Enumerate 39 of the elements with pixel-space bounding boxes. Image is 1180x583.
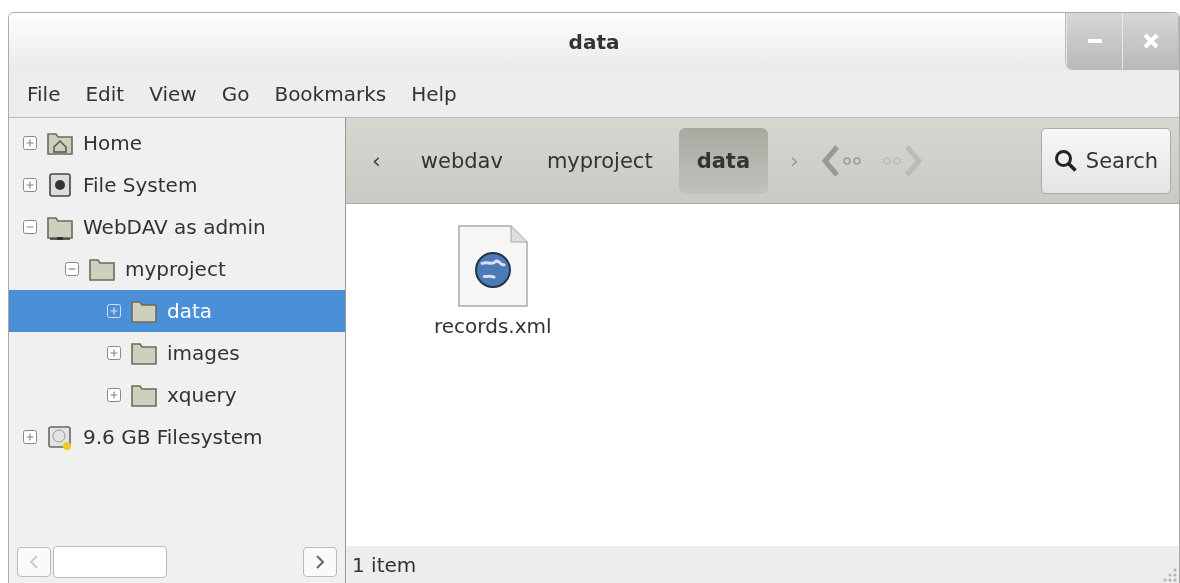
close-icon: [1142, 33, 1159, 49]
tree-item[interactable]: 9.6 GB Filesystem: [9, 416, 345, 458]
tree-item[interactable]: myproject: [9, 248, 345, 290]
tree-item[interactable]: xquery: [9, 374, 345, 416]
tree-item[interactable]: images: [9, 332, 345, 374]
search-button[interactable]: Search: [1040, 127, 1171, 194]
menu-item[interactable]: Bookmarks: [264, 82, 402, 106]
search-icon: [1053, 148, 1078, 173]
chevron-left-icon: [29, 554, 39, 570]
menu-item[interactable]: View: [139, 82, 212, 106]
file-name[interactable]: records.xml: [434, 314, 552, 338]
menu-item[interactable]: Go: [211, 82, 265, 106]
scroll-right-button[interactable]: [303, 547, 337, 577]
expand-icon[interactable]: [23, 178, 37, 192]
menu-item[interactable]: File: [17, 82, 76, 106]
window-title: data: [568, 30, 620, 54]
breadcrumb[interactable]: webdav: [402, 127, 521, 194]
menu-item[interactable]: Edit: [75, 82, 140, 106]
path-back-button[interactable]: ‹: [358, 148, 395, 173]
expand-icon[interactable]: [23, 136, 37, 150]
expand-icon[interactable]: [23, 430, 37, 444]
breadcrumb[interactable]: data: [678, 127, 769, 194]
expand-icon[interactable]: [107, 388, 121, 402]
minimize-icon: [1087, 39, 1102, 43]
xml-file-icon[interactable]: [456, 224, 529, 308]
scroll-left-button[interactable]: [17, 547, 51, 577]
tree-item[interactable]: WebDAV as admin: [9, 206, 345, 248]
chevron-right-icon: [315, 554, 325, 570]
collapse-icon[interactable]: [23, 220, 37, 234]
close-button[interactable]: [1122, 13, 1178, 69]
menu-item[interactable]: Help: [401, 82, 472, 106]
expand-icon[interactable]: [107, 346, 121, 360]
collapse-icon[interactable]: [65, 262, 79, 276]
resize-grip-icon[interactable]: [1163, 568, 1177, 582]
tree-item[interactable]: Home: [9, 122, 345, 164]
breadcrumb[interactable]: myproject: [528, 127, 671, 194]
tree-item[interactable]: File System: [9, 164, 345, 206]
status-text: 1 item: [352, 553, 417, 577]
scrollbar-thumb[interactable]: [53, 546, 167, 578]
